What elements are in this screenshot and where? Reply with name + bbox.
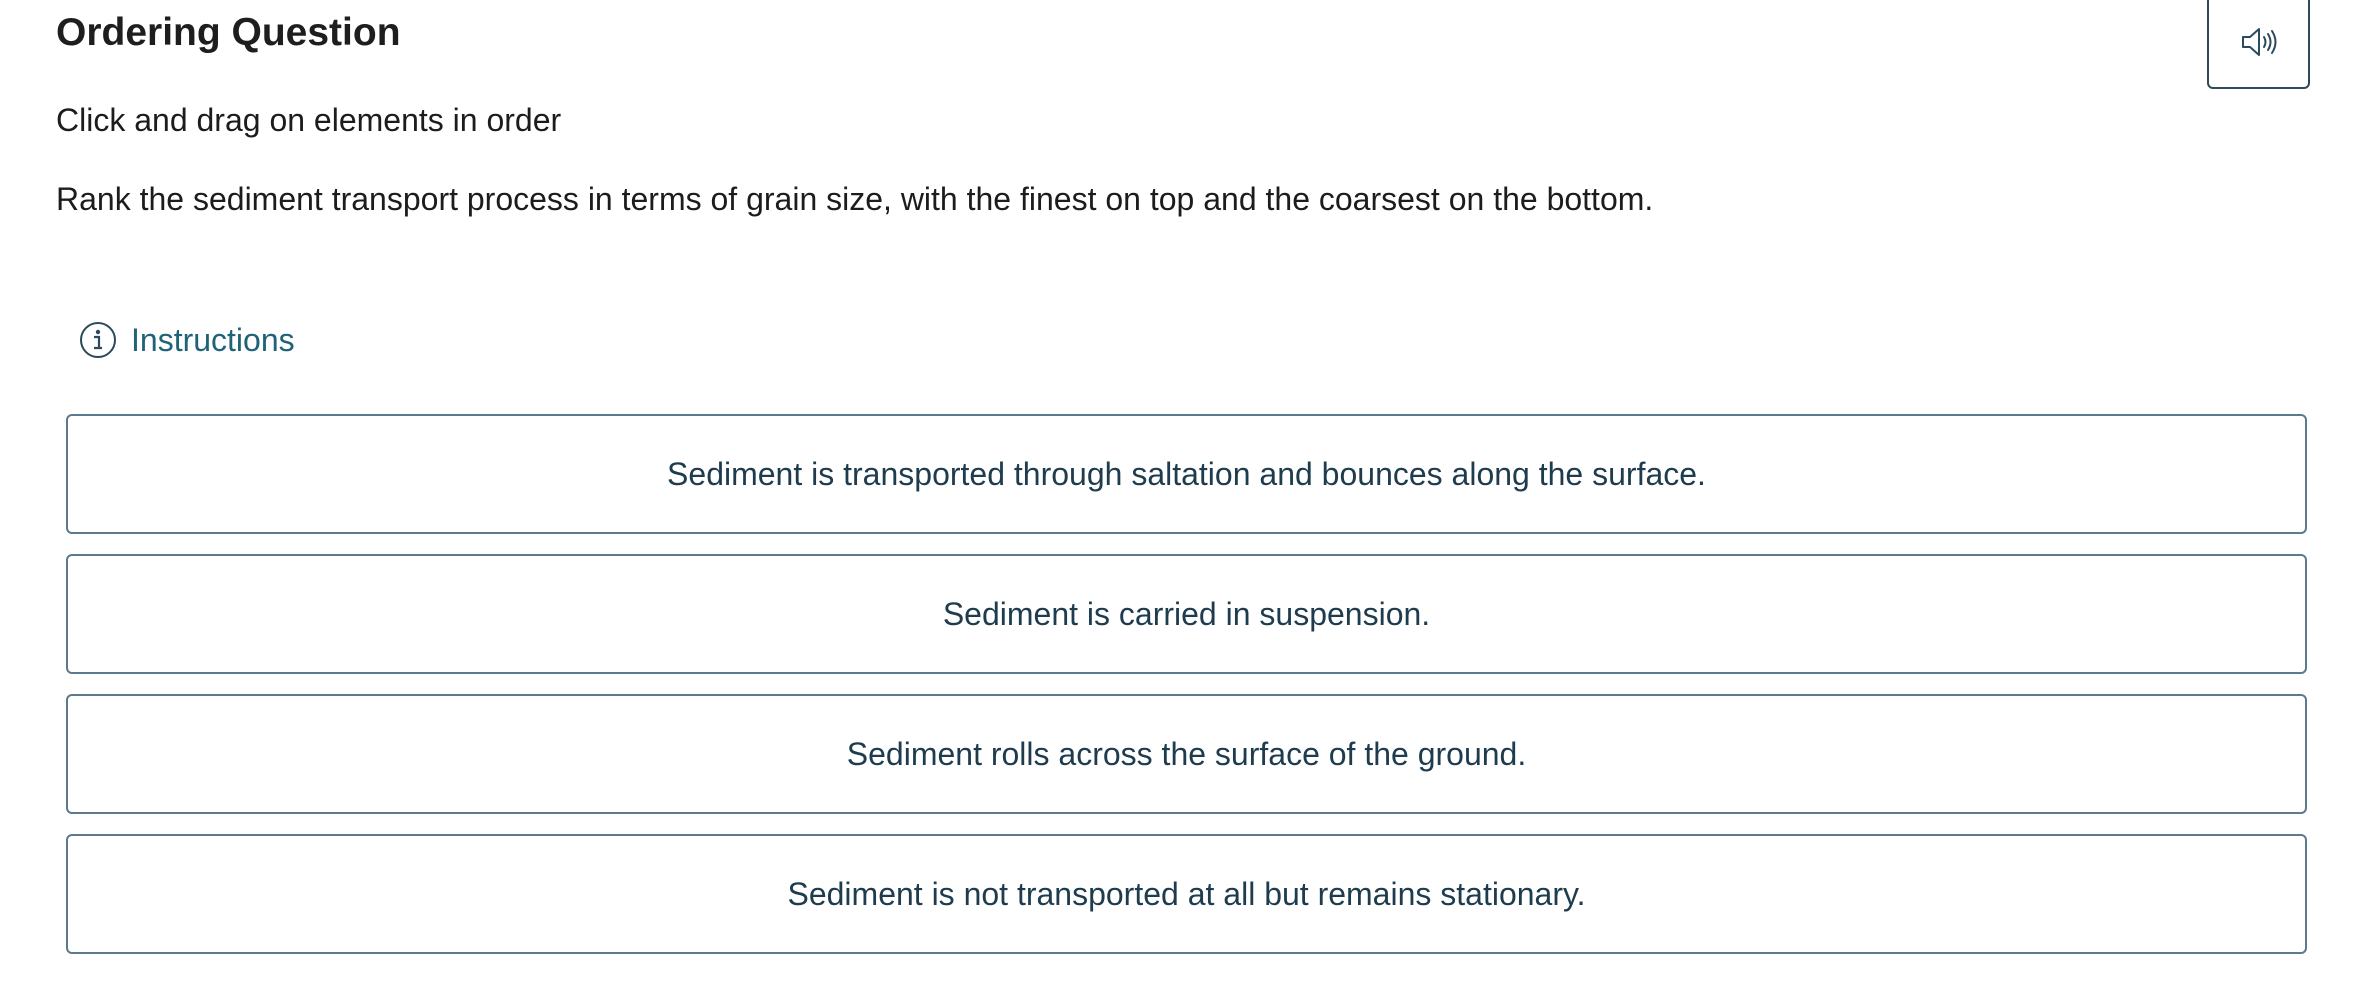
draggable-item-3[interactable]: Sediment rolls across the surface of the… xyxy=(66,694,2307,814)
speaker-icon xyxy=(2239,24,2279,60)
page-title: Ordering Question xyxy=(56,11,401,54)
question-prompt: Rank the sediment transport process in t… xyxy=(56,181,1654,217)
draggable-item-1[interactable]: Sediment is transported through saltatio… xyxy=(66,414,2307,534)
instructions-label: Instructions xyxy=(131,322,295,358)
question-directions: Click and drag on elements in order xyxy=(56,102,562,138)
instructions-toggle[interactable]: Instructions xyxy=(79,318,295,362)
read-aloud-button[interactable] xyxy=(2207,0,2310,89)
draggable-item-4[interactable]: Sediment is not transported at all but r… xyxy=(66,834,2307,954)
info-icon xyxy=(79,321,117,359)
draggable-item-2[interactable]: Sediment is carried in suspension. xyxy=(66,554,2307,674)
ordering-list: Sediment is transported through saltatio… xyxy=(66,414,2307,974)
